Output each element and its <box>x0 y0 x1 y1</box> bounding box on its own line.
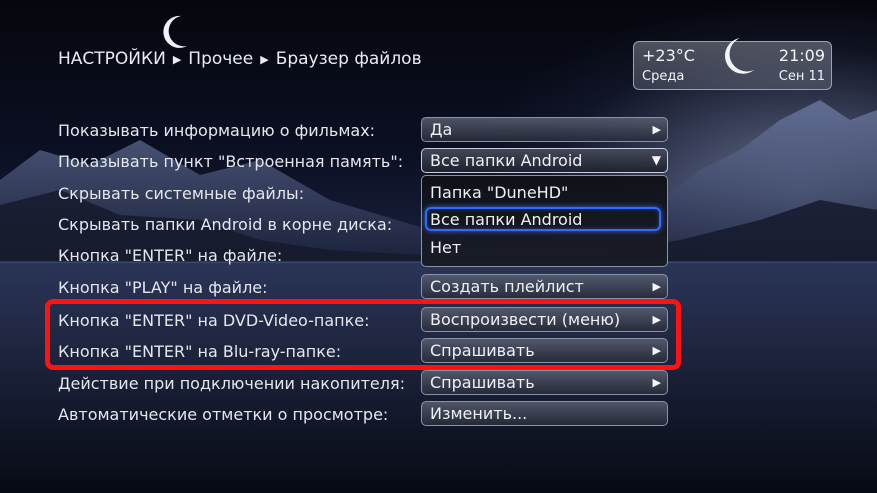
weekday: Среда <box>642 69 685 84</box>
setting-label-hide-system-files: Скрывать системные файлы: <box>58 184 305 203</box>
arrow-right-icon: ▶ <box>652 376 661 389</box>
setting-value-on-drive-connect[interactable]: Спрашивать ▶ <box>421 370 668 395</box>
setting-label-auto-watch-marks: Автоматические отметки о просмотре: <box>58 405 389 424</box>
breadcrumb-separator-icon: ▶ <box>260 52 269 66</box>
breadcrumb-separator-icon: ▶ <box>172 52 182 66</box>
setting-value-auto-watch-marks[interactable]: Изменить... <box>421 401 668 426</box>
setting-label-play-on-file: Кнопка "PLAY" на файле: <box>58 278 268 297</box>
dropdown-option-all-android[interactable]: Все папки Android <box>430 210 582 229</box>
setting-label-internal-memory: Показывать пункт "Встроенная память": <box>58 152 404 171</box>
red-highlight-frame <box>45 299 681 370</box>
setting-value-text: Да <box>430 120 453 139</box>
setting-value-movie-info[interactable]: Да ▶ <box>421 117 668 142</box>
setting-value-text: Спрашивать <box>430 373 535 392</box>
dropdown-option-dunehd[interactable]: Папка "DuneHD" <box>430 183 568 202</box>
setting-label-enter-on-file: Кнопка "ENTER" на файле: <box>58 246 283 265</box>
setting-value-text: Создать плейлист <box>430 277 584 296</box>
clock-time: 21:09 <box>778 46 825 65</box>
weather-widget: +23°C 21:09 Среда Сен 11 <box>633 38 832 90</box>
crescent-moon-logo-icon <box>163 15 187 48</box>
breadcrumb-item-file-browser: Браузер файлов <box>275 49 422 69</box>
breadcrumb-item-settings[interactable]: НАСТРОЙКИ <box>58 49 166 69</box>
dropdown-list: Папка "DuneHD" Все папки Android Нет <box>421 175 668 267</box>
setting-label-movie-info: Показывать информацию о фильмах: <box>58 121 376 140</box>
dropdown-option-none[interactable]: Нет <box>430 238 461 257</box>
setting-value-play-on-file[interactable]: Создать плейлист ▶ <box>421 274 668 299</box>
arrow-down-icon: ▼ <box>651 153 661 167</box>
crescent-moon-icon <box>725 38 754 74</box>
arrow-right-icon: ▶ <box>652 123 661 136</box>
temperature: +23°C <box>642 46 695 65</box>
setting-label-on-drive-connect: Действие при подключении накопителя: <box>58 374 406 393</box>
arrow-right-icon: ▶ <box>652 280 661 293</box>
date: Сен 11 <box>778 69 825 84</box>
setting-label-hide-android-folders: Скрывать папки Android в корне диска: <box>58 215 393 234</box>
setting-value-text: Изменить... <box>430 404 528 423</box>
setting-value-internal-memory[interactable]: Все папки Android ▼ <box>421 148 668 173</box>
setting-value-text: Все папки Android <box>430 151 583 170</box>
breadcrumb: НАСТРОЙКИ ▶ Прочее ▶ Браузер файлов <box>58 49 422 69</box>
breadcrumb-item-other[interactable]: Прочее <box>188 49 253 69</box>
